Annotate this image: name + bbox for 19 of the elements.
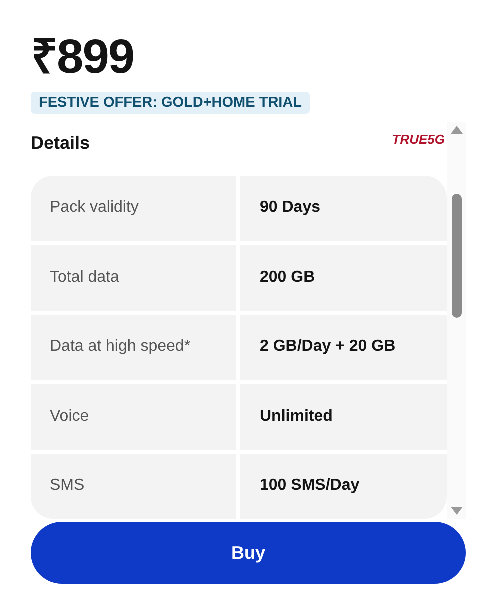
table-cell: 90 Days [240, 176, 447, 242]
table-cell: Pack validity [31, 176, 236, 242]
buy-button[interactable]: Buy [31, 522, 466, 584]
network-label: TRUE5G [392, 132, 445, 148]
table-cell: 100 SMS/Day [240, 454, 447, 519]
scroll-down-icon[interactable] [450, 507, 462, 515]
table-cell: 200 GB [240, 245, 447, 311]
scroll-up-icon[interactable] [450, 126, 462, 134]
scroll-thumb[interactable] [452, 194, 462, 318]
section-title: Details [31, 133, 90, 154]
table-cell: 2 GB/Day + 20 GB [240, 314, 447, 380]
table-cell: Unlimited [240, 384, 447, 450]
table-cell: Total data [31, 245, 236, 311]
table-cell: Voice [31, 384, 236, 450]
price: ₹899 [31, 30, 136, 86]
scrollbar[interactable] [447, 122, 466, 519]
table-cell: Data at high speed* [31, 314, 236, 380]
table-cell: SMS [31, 454, 236, 519]
offer-badge: FESTIVE OFFER: GOLD+HOME TRIAL [31, 92, 310, 114]
